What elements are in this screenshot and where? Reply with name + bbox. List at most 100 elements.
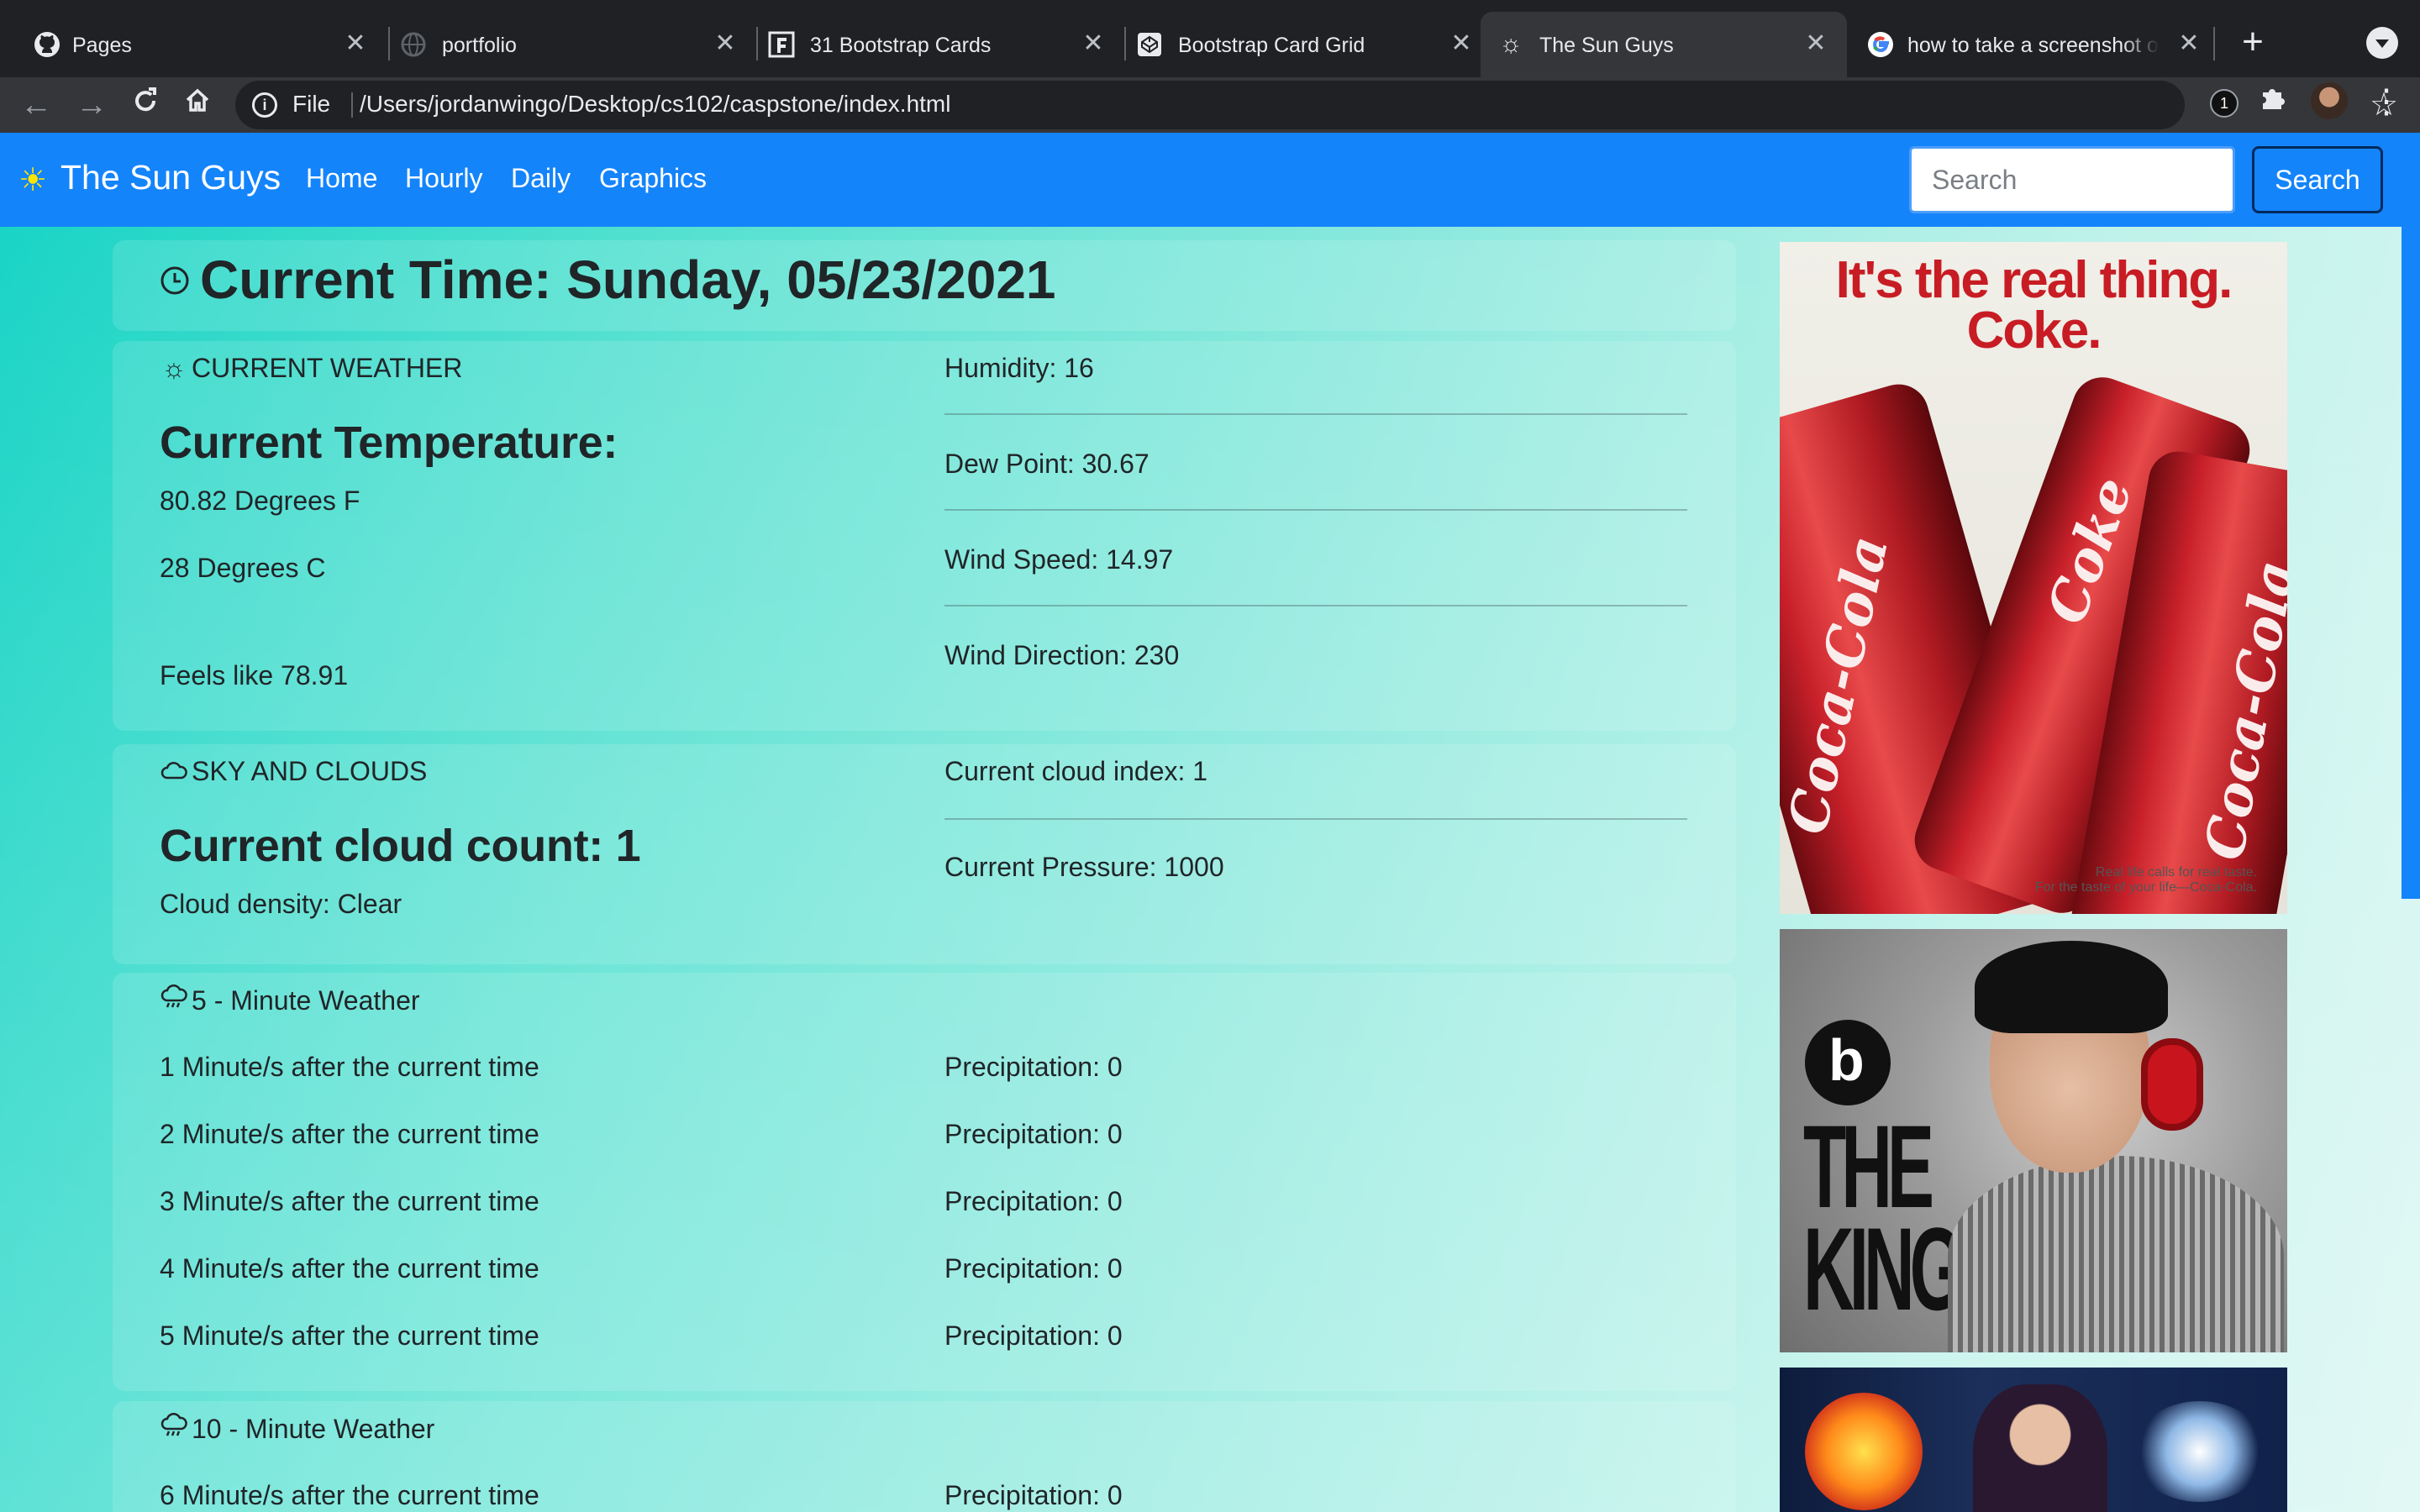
page-viewport: ☀ The Sun Guys Home Hourly Daily Graphic… (0, 133, 2420, 1512)
divider (944, 818, 1687, 820)
nav-link-graphics[interactable]: Graphics (599, 163, 707, 194)
tab-divider (2213, 27, 2215, 60)
address-bar[interactable]: i File /Users/jordanwingo/Desktop/cs102/… (235, 81, 2398, 129)
minute-row-label: 2 Minute/s after the current time (160, 1119, 539, 1149)
anime-ad-image[interactable] (1780, 1368, 2287, 1512)
sun-icon: ☀ (18, 163, 48, 198)
brand-link[interactable]: The Sun Guys (60, 158, 281, 197)
five-minute-heading: 5 - Minute Weather (160, 984, 420, 1016)
close-icon[interactable]: ✕ (1445, 28, 1477, 60)
current-time-text: Current Time: Sunday, 05/23/2021 (200, 249, 1056, 310)
tab-title: Bootstrap Card Grid (1178, 34, 1365, 57)
suit-shape (1948, 1156, 2284, 1352)
dew-point: Dew Point: 30.67 (944, 449, 1150, 479)
info-icon[interactable]: i (252, 92, 277, 118)
sky-clouds-heading: SKY AND CLOUDS (160, 756, 427, 787)
nav-link-daily[interactable]: Daily (511, 163, 571, 194)
feels-like: Feels like 78.91 (160, 660, 349, 690)
beats-logo-icon (1805, 1020, 1891, 1105)
tab-title: 31 Bootstrap Cards (810, 34, 992, 57)
forward-button[interactable]: → (71, 84, 113, 126)
browser-tab-strip: Pages ✕ portfolio ✕ 31 Bootstrap Cards ✕… (0, 0, 2420, 77)
current-time-card: Current Time: Sunday, 05/23/2021 (113, 240, 1736, 331)
nav-link-hourly[interactable]: Hourly (405, 163, 482, 194)
extension-icon[interactable]: 1 (2210, 89, 2238, 118)
wave-shape (2133, 1401, 2267, 1502)
character-shape (1973, 1384, 2107, 1512)
url-text[interactable]: /Users/jordanwingo/Desktop/cs102/caspsto… (360, 91, 950, 118)
search-input[interactable] (1909, 146, 2235, 213)
extensions-puzzle-icon[interactable] (2254, 82, 2292, 121)
sun-icon: ☼ (1499, 30, 1523, 58)
globe-icon (398, 29, 429, 60)
clock-icon (160, 264, 190, 304)
temp-celsius: 28 Degrees C (160, 553, 326, 583)
tab-search-button[interactable] (2366, 27, 2398, 59)
heading-text: SKY AND CLOUDS (192, 756, 428, 786)
browser-toolbar: ← → i File /Users/jordanwingo/Desktop/cs… (0, 77, 2420, 133)
back-button[interactable]: ← (15, 84, 57, 126)
close-icon[interactable]: ✕ (2173, 28, 2205, 60)
tab-title: portfolio (442, 34, 517, 57)
minute-row-label: 6 Minute/s after the current time (160, 1480, 539, 1510)
current-weather-card: ☼ CURRENT WEATHER Current Temperature: 80… (113, 341, 1736, 731)
sky-clouds-card: SKY AND CLOUDS Current cloud count: 1 Cl… (113, 744, 1736, 964)
page-scrollbar[interactable] (2402, 227, 2420, 899)
sun-icon: ☼ (161, 353, 187, 383)
profile-avatar[interactable] (2311, 82, 2348, 119)
precipitation: Precipitation: 0 (944, 1480, 1123, 1510)
temp-fahrenheit: 80.82 Degrees F (160, 486, 360, 516)
temperature-heading: Current Temperature: (160, 417, 618, 468)
flame-shape (1805, 1393, 1923, 1510)
minute-row-label: 3 Minute/s after the current time (160, 1186, 539, 1216)
search-button[interactable]: Search (2252, 146, 2383, 213)
precipitation: Precipitation: 0 (944, 1186, 1123, 1216)
humidity: Humidity: 16 (944, 353, 1094, 383)
tab-bootstrap-card-grid[interactable]: Bootstrap Card Grid ✕ (1126, 12, 1492, 77)
reload-icon (135, 87, 156, 112)
tab-portfolio[interactable]: portfolio ✕ (390, 12, 756, 77)
rain-cloud-icon (160, 1413, 188, 1445)
ten-minute-weather-card: 10 - Minute Weather 6 Minute/s after the… (113, 1401, 1736, 1512)
tab-title: Pages (72, 34, 132, 57)
divider (944, 605, 1687, 606)
f-icon (766, 29, 797, 60)
coke-ad-image[interactable]: It's the real thing. Coke. Coca-Cola Cok… (1780, 242, 2287, 914)
tab-the-sun-guys[interactable]: ☼ The Sun Guys ✕ (1481, 12, 1847, 77)
heading-text: 5 - Minute Weather (192, 985, 420, 1016)
tab-31-bootstrap-cards[interactable]: 31 Bootstrap Cards ✕ (758, 12, 1124, 77)
precipitation: Precipitation: 0 (944, 1253, 1123, 1284)
codepen-icon (1134, 29, 1165, 60)
home-button[interactable] (176, 84, 218, 126)
coke-headline-line: It's the real thing. (1835, 251, 2233, 309)
portrait-hair (1975, 941, 2168, 1033)
close-icon[interactable]: ✕ (709, 28, 741, 60)
coke-headline-line: Coke. (1966, 302, 2102, 360)
home-icon (186, 88, 209, 112)
beats-king-ad-image[interactable]: THE KING (1780, 929, 2287, 1352)
tab-title: The Sun Guys (1539, 34, 1674, 57)
divider (944, 509, 1687, 511)
tab-pages[interactable]: Pages ✕ (0, 12, 387, 77)
reload-button[interactable] (124, 84, 166, 126)
pressure: Current Pressure: 1000 (944, 852, 1224, 882)
tab-google-search[interactable]: how to take a screenshot o ✕ (1854, 12, 2220, 77)
close-icon[interactable]: ✕ (339, 28, 371, 60)
close-icon[interactable]: ✕ (1077, 28, 1109, 60)
precipitation: Precipitation: 0 (944, 1119, 1123, 1149)
close-icon[interactable]: ✕ (1800, 28, 1832, 60)
precipitation: Precipitation: 0 (944, 1052, 1123, 1082)
nav-link-home[interactable]: Home (306, 163, 377, 194)
new-tab-button[interactable]: + (2233, 24, 2272, 62)
five-minute-weather-card: 5 - Minute Weather 1 Minute/s after the … (113, 973, 1736, 1391)
coke-footer-line: Real life calls for real taste. (2095, 865, 2257, 879)
github-icon (32, 29, 62, 60)
browser-menu-icon[interactable]: ⋮ (2370, 82, 2403, 121)
cloud-icon (160, 756, 188, 787)
ten-minute-heading: 10 - Minute Weather (160, 1413, 434, 1445)
omnibox-divider (351, 92, 353, 118)
coke-headline: It's the real thing. Coke. (1780, 251, 2287, 360)
heading-text: 10 - Minute Weather (192, 1414, 435, 1444)
headphones-icon (2141, 1038, 2203, 1131)
wind-speed: Wind Speed: 14.97 (944, 544, 1174, 575)
